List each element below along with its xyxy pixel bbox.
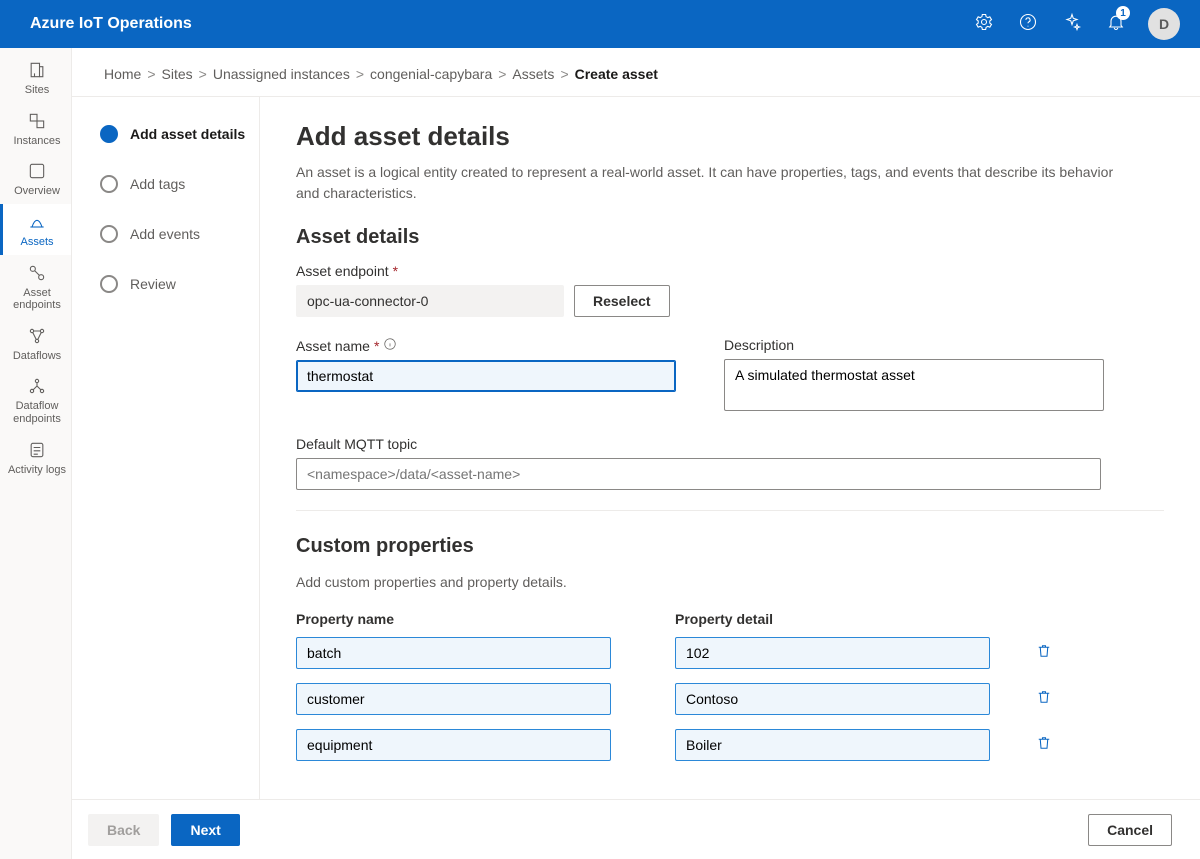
form-pane[interactable]: Add asset details An asset is a logical … <box>260 97 1200 799</box>
next-button[interactable]: Next <box>171 814 239 846</box>
section-custom-properties: Custom properties <box>296 535 1164 558</box>
trash-icon <box>1035 734 1053 757</box>
instances-icon <box>27 111 47 131</box>
description-input[interactable] <box>724 359 1104 411</box>
wizard-stepper: Add asset details Add tags Add events Re… <box>72 97 260 799</box>
step-label: Add events <box>130 226 200 242</box>
section-asset-details: Asset details <box>296 226 1164 249</box>
step-review[interactable]: Review <box>100 275 247 293</box>
step-dot-icon <box>100 225 118 243</box>
step-add-tags[interactable]: Add tags <box>100 175 247 193</box>
whatsnew-button[interactable] <box>1050 0 1094 48</box>
help-icon <box>1018 12 1038 37</box>
mqtt-label: Default MQTT topic <box>296 436 1101 452</box>
step-label: Review <box>130 276 176 292</box>
crumb-home[interactable]: Home <box>104 66 141 82</box>
rail-label: Dataflows <box>13 350 61 363</box>
rail-dataflow-endpoints[interactable]: Dataflow endpoints <box>0 368 71 431</box>
step-dot-icon <box>100 175 118 193</box>
divider <box>296 510 1164 511</box>
sites-icon <box>27 60 47 80</box>
delete-property-button[interactable] <box>1030 685 1058 713</box>
property-name-input[interactable] <box>296 729 611 761</box>
property-detail-input[interactable] <box>675 683 990 715</box>
dataflows-icon <box>27 326 47 346</box>
property-row <box>296 729 1164 761</box>
help-button[interactable] <box>1006 0 1050 48</box>
cancel-button[interactable]: Cancel <box>1088 814 1172 846</box>
trash-icon <box>1035 688 1053 711</box>
delete-property-button[interactable] <box>1030 731 1058 759</box>
assets-icon <box>27 212 47 232</box>
wizard-footer: Back Next Cancel <box>72 799 1200 859</box>
rail-activity-logs[interactable]: Activity logs <box>0 432 71 483</box>
step-dot-icon <box>100 275 118 293</box>
rail-label: Dataflow endpoints <box>5 400 69 425</box>
property-detail-input[interactable] <box>675 729 990 761</box>
rail-label: Instances <box>13 135 60 148</box>
property-detail-input[interactable] <box>675 637 990 669</box>
gear-icon <box>974 12 994 37</box>
rail-dataflows[interactable]: Dataflows <box>0 318 71 369</box>
endpoint-label: Asset endpoint* <box>296 263 1164 279</box>
description-label: Description <box>724 337 1104 353</box>
delete-property-button[interactable] <box>1030 639 1058 667</box>
property-row <box>296 683 1164 715</box>
rail-assets[interactable]: Assets <box>0 204 71 255</box>
custom-properties-description: Add custom properties and property detai… <box>296 572 1126 593</box>
property-name-input[interactable] <box>296 637 611 669</box>
mqtt-topic-input[interactable] <box>296 458 1101 490</box>
trash-icon <box>1035 642 1053 665</box>
property-row <box>296 637 1164 669</box>
asset-name-input[interactable] <box>296 360 676 392</box>
property-name-header: Property name <box>296 611 611 627</box>
left-rail: Sites Instances Overview Assets Asset en… <box>0 48 72 859</box>
crumb-sites[interactable]: Sites <box>162 66 193 82</box>
step-add-details[interactable]: Add asset details <box>100 125 247 143</box>
step-dot-icon <box>100 125 118 143</box>
reselect-button[interactable]: Reselect <box>574 285 670 317</box>
crumb-unassigned[interactable]: Unassigned instances <box>213 66 350 82</box>
property-detail-header: Property detail <box>675 611 990 627</box>
rail-label: Activity logs <box>8 464 66 477</box>
info-icon[interactable] <box>383 337 397 354</box>
crumb-assets[interactable]: Assets <box>512 66 554 82</box>
rail-label: Overview <box>14 185 60 198</box>
step-label: Add tags <box>130 176 185 192</box>
dataflow-endpoints-icon <box>27 376 47 396</box>
activity-logs-icon <box>27 440 47 460</box>
rail-sites[interactable]: Sites <box>0 52 71 103</box>
user-avatar[interactable]: D <box>1148 8 1180 40</box>
crumb-current: Create asset <box>575 66 658 82</box>
page-title: Add asset details <box>296 121 1164 152</box>
crumb-instance[interactable]: congenial-capybara <box>370 66 492 82</box>
rail-overview[interactable]: Overview <box>0 153 71 204</box>
app-header: Azure IoT Operations 1 D <box>0 0 1200 48</box>
rail-asset-endpoints[interactable]: Asset endpoints <box>0 255 71 318</box>
overview-icon <box>27 161 47 181</box>
breadcrumb: Home> Sites> Unassigned instances> conge… <box>72 48 1200 97</box>
property-name-input[interactable] <box>296 683 611 715</box>
page-description: An asset is a logical entity created to … <box>296 162 1126 204</box>
asset-name-label: Asset name* <box>296 337 676 354</box>
step-label: Add asset details <box>130 126 245 142</box>
settings-button[interactable] <box>962 0 1006 48</box>
asset-endpoints-icon <box>27 263 47 283</box>
rail-instances[interactable]: Instances <box>0 103 71 154</box>
sparkle-icon <box>1062 12 1082 37</box>
app-title: Azure IoT Operations <box>30 15 192 33</box>
property-headers: Property name Property detail <box>296 611 1164 627</box>
step-add-events[interactable]: Add events <box>100 225 247 243</box>
notifications-button[interactable]: 1 <box>1094 0 1138 48</box>
rail-label: Sites <box>25 84 49 97</box>
rail-label: Assets <box>20 236 53 249</box>
notification-badge: 1 <box>1116 6 1130 20</box>
endpoint-value: opc-ua-connector-0 <box>296 285 564 317</box>
back-button[interactable]: Back <box>88 814 159 846</box>
rail-label: Asset endpoints <box>5 287 69 312</box>
